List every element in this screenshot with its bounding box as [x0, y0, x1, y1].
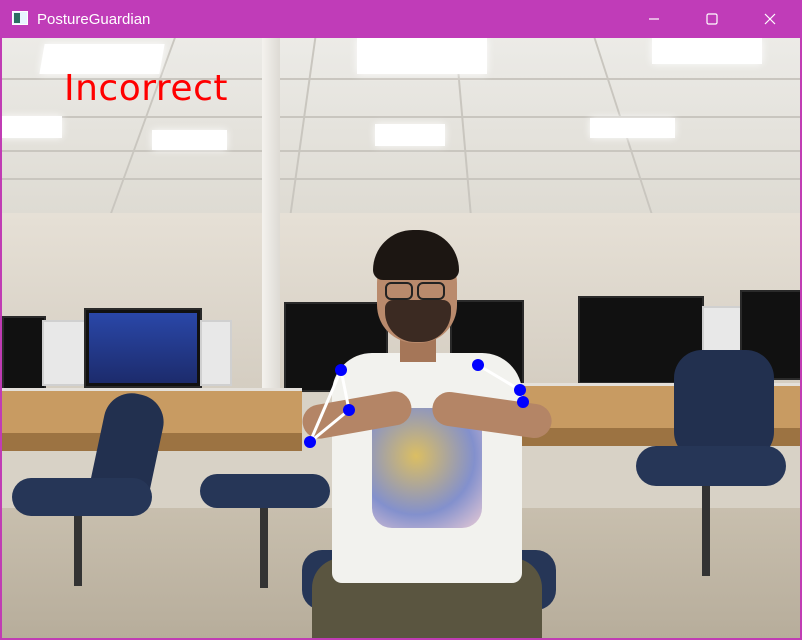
minimize-button[interactable]: [625, 0, 683, 38]
maximize-button[interactable]: [683, 0, 741, 38]
pose-keypoint: [335, 364, 347, 376]
pose-keypoint: [514, 384, 526, 396]
skeleton-line: [339, 369, 351, 411]
maximize-icon: [706, 13, 718, 25]
pose-keypoint: [472, 359, 484, 371]
close-icon: [764, 13, 776, 25]
posture-status-label: Incorrect: [64, 68, 228, 109]
pose-keypoint: [517, 396, 529, 408]
skeleton-line: [477, 363, 521, 392]
pose-keypoint: [343, 404, 355, 416]
window-title: PostureGuardian: [37, 11, 151, 28]
title-bar[interactable]: PostureGuardian: [0, 0, 802, 38]
camera-feed: Incorrect: [2, 38, 800, 638]
pose-overlay: [304, 359, 529, 448]
close-button[interactable]: [741, 0, 799, 38]
app-window: PostureGuardian Incorrect: [0, 0, 802, 640]
minimize-icon: [649, 18, 659, 20]
pose-keypoint: [304, 436, 316, 448]
app-icon: [12, 11, 28, 25]
